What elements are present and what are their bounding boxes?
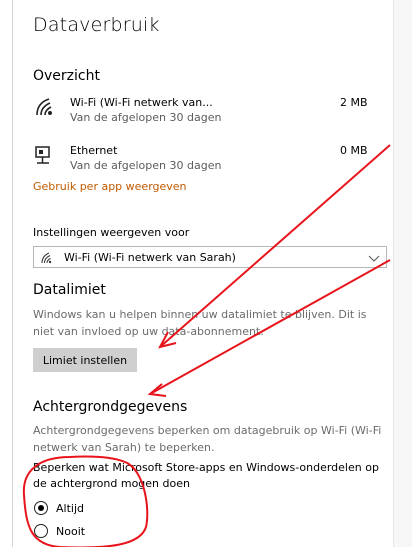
scrollbar-track[interactable] — [394, 0, 412, 547]
wifi-icon — [36, 98, 52, 116]
usage-item-amount: 2 MB — [340, 96, 368, 109]
data-limit-description: Windows kan u helpen binnen uw datalimie… — [33, 308, 367, 338]
usage-item-amount: 0 MB — [340, 144, 368, 157]
settings-for-label: Instellingen weergeven voor — [33, 226, 190, 239]
chevron-down-icon — [368, 255, 380, 262]
usage-item-period: Van de afgelopen 30 dagen — [70, 111, 222, 124]
usage-item-name: Ethernet — [70, 144, 118, 157]
wifi-icon — [41, 252, 52, 264]
background-data-description: Achtergrondgegevens beperken om datagebr… — [33, 424, 382, 454]
data-limit-heading: Datalimiet — [33, 282, 106, 298]
radio-button[interactable] — [34, 501, 48, 515]
radio-button[interactable] — [34, 524, 48, 538]
radio-label: Altijd — [56, 502, 84, 515]
set-limit-button[interactable]: Limiet instellen — [33, 348, 137, 372]
usage-item-period: Van de afgelopen 30 dagen — [70, 159, 222, 172]
network-select-value: Wi-Fi (Wi-Fi netwerk van Sarah) — [64, 251, 236, 264]
ethernet-icon — [35, 146, 50, 164]
network-select[interactable]: Wi-Fi (Wi-Fi netwerk van Sarah) — [33, 246, 387, 268]
window-border — [12, 0, 13, 547]
usage-item-name: Wi-Fi (Wi-Fi netwerk van... — [70, 96, 213, 109]
page-title: Dataverbruik — [33, 14, 160, 36]
background-data-heading: Achtergrondgegevens — [33, 399, 188, 415]
radio-label: Nooit — [56, 525, 86, 538]
restrict-question: Beperken wat Microsoft Store-apps en Win… — [33, 461, 379, 490]
radio-selected-dot — [37, 504, 44, 511]
overview-heading: Overzicht — [33, 68, 100, 84]
per-app-usage-link[interactable]: Gebruik per app weergeven — [33, 180, 187, 193]
